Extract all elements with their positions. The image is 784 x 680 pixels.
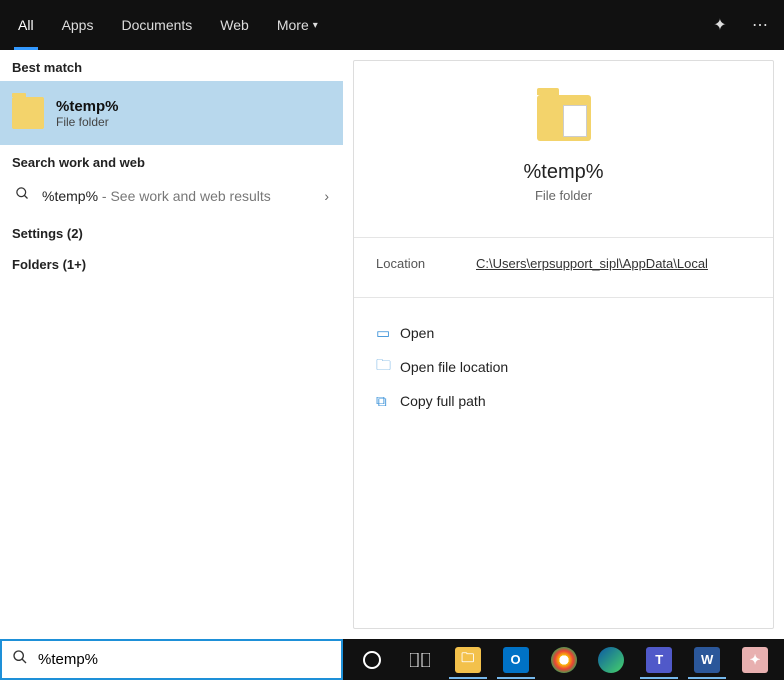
search-icon <box>12 186 32 206</box>
web-search-item[interactable]: %temp% - See work and web results › <box>0 176 343 216</box>
section-folders[interactable]: Folders (1+) <box>0 247 343 278</box>
preview-pane: %temp% File folder Location C:\Users\erp… <box>353 60 774 629</box>
feedback-icon[interactable]: ✦ <box>700 0 740 50</box>
search-input[interactable] <box>38 651 331 668</box>
taskbar-word[interactable]: W <box>684 641 730 679</box>
taskbar-chrome[interactable] <box>541 641 587 679</box>
action-open-label: Open <box>400 325 434 341</box>
web-search-query: %temp% <box>42 188 98 204</box>
action-open-location[interactable]: 🗀 Open file location <box>376 350 751 384</box>
preview-subtitle: File folder <box>535 188 592 203</box>
search-icon <box>12 649 28 670</box>
tab-apps[interactable]: Apps <box>48 0 108 50</box>
divider <box>354 237 773 238</box>
action-open-location-label: Open file location <box>400 359 508 375</box>
taskbar-outlook[interactable]: O <box>493 641 539 679</box>
chevron-right-icon: › <box>324 188 329 204</box>
taskbar-explorer[interactable]: 🗀 <box>445 641 491 679</box>
more-options-icon[interactable]: ⋯ <box>740 0 780 50</box>
tab-web[interactable]: Web <box>206 0 263 50</box>
chevron-down-icon: ▾ <box>313 20 318 31</box>
tab-all[interactable]: All <box>4 0 48 50</box>
divider <box>354 297 773 298</box>
section-search-web: Search work and web <box>0 145 343 176</box>
folder-open-icon: 🗀 <box>376 355 400 380</box>
action-copy-path-label: Copy full path <box>400 393 486 409</box>
folder-icon <box>12 97 44 129</box>
tab-more-label: More <box>277 17 309 33</box>
taskbar-cortana[interactable] <box>349 641 395 679</box>
copy-icon: ⧉ <box>376 393 400 410</box>
preview-title: %temp% <box>523 161 603 184</box>
taskbar-app[interactable]: ✦ <box>732 641 778 679</box>
web-search-hint: - See work and web results <box>98 188 271 204</box>
best-match-item[interactable]: %temp% File folder <box>0 81 343 145</box>
location-label: Location <box>376 256 476 271</box>
taskbar-edge[interactable] <box>588 641 634 679</box>
taskbar: 🗀 O T W ✦ <box>343 639 784 680</box>
section-settings[interactable]: Settings (2) <box>0 216 343 247</box>
search-filter-tabs: All Apps Documents Web More ▾ ✦ ⋯ <box>0 0 784 50</box>
best-match-title: %temp% <box>56 98 119 115</box>
folder-icon <box>537 95 591 141</box>
action-open[interactable]: ▭ Open <box>376 316 751 350</box>
action-copy-path[interactable]: ⧉ Copy full path <box>376 384 751 418</box>
open-icon: ▭ <box>376 324 400 342</box>
section-best-match: Best match <box>0 50 343 81</box>
best-match-subtitle: File folder <box>56 115 119 129</box>
search-box[interactable] <box>0 639 343 680</box>
taskbar-teams[interactable]: T <box>636 641 682 679</box>
tab-documents[interactable]: Documents <box>107 0 206 50</box>
tab-more[interactable]: More ▾ <box>263 0 332 50</box>
results-list: Best match %temp% File folder Search wor… <box>0 50 343 639</box>
location-value[interactable]: C:\Users\erpsupport_sipl\AppData\Local <box>476 256 708 271</box>
taskbar-taskview[interactable] <box>397 641 443 679</box>
